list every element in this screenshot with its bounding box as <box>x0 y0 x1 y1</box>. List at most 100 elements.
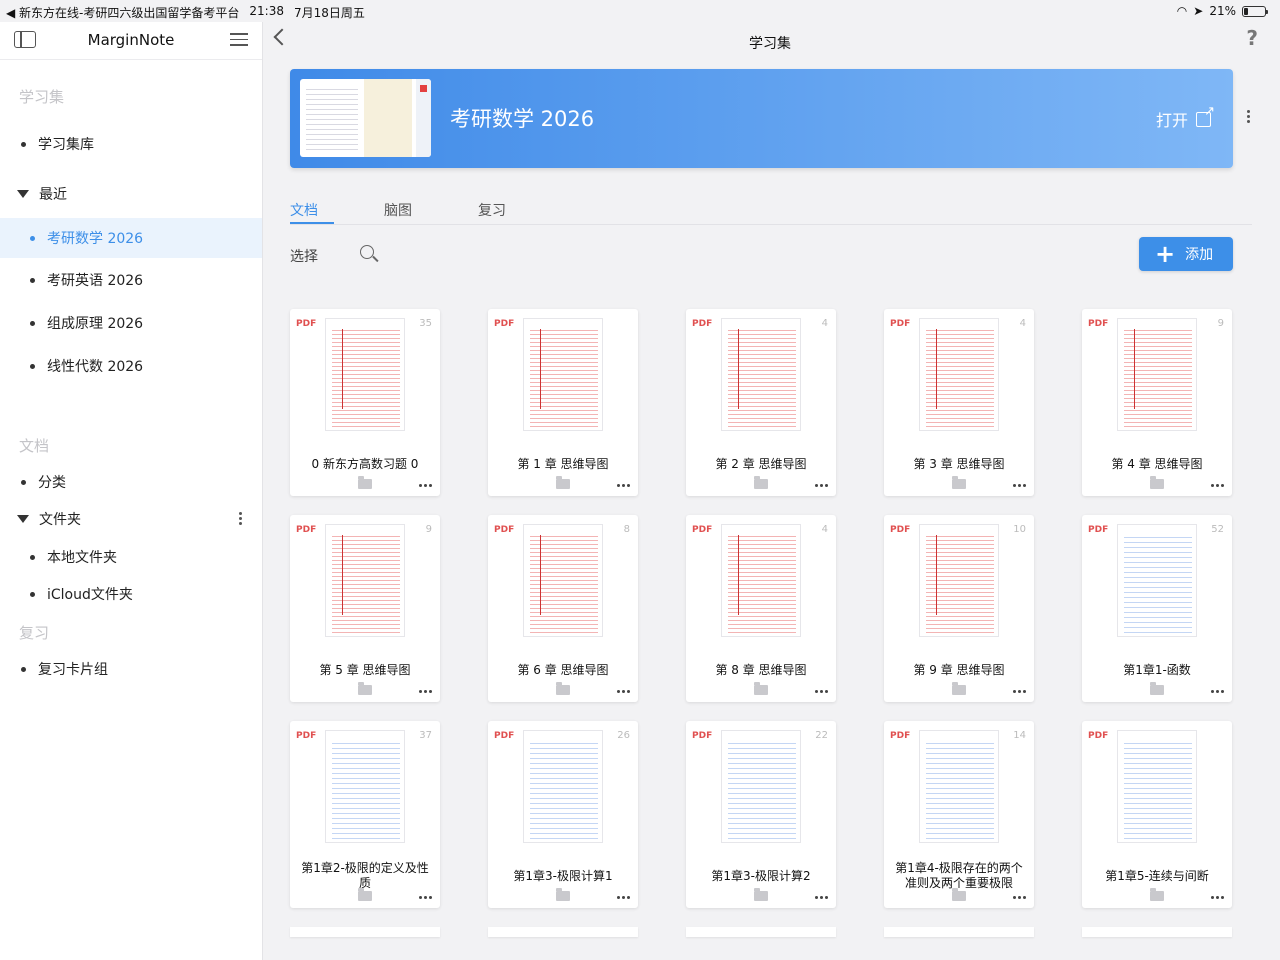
document-thumbnail <box>919 524 999 637</box>
more-options-icon[interactable] <box>1013 896 1026 899</box>
pdf-badge: PDF <box>1088 731 1109 741</box>
more-options-icon[interactable] <box>1211 896 1224 899</box>
folder-icon[interactable] <box>358 682 372 695</box>
document-thumbnail <box>325 524 405 637</box>
pdf-badge: PDF <box>692 319 713 329</box>
folder-icon[interactable] <box>358 476 372 489</box>
more-options-icon[interactable] <box>815 896 828 899</box>
tab-documents[interactable]: 文档 <box>290 200 318 220</box>
folder-icon[interactable] <box>754 888 768 901</box>
document-card[interactable]: PDF 第 1 章 思维导图 <box>488 309 638 496</box>
disclosure-triangle-icon[interactable] <box>17 515 29 523</box>
battery-percent: 21% <box>1209 4 1236 18</box>
more-options-icon[interactable] <box>239 512 242 525</box>
document-card[interactable]: PDF 37 第1章2-极限的定义及性质 <box>290 721 440 908</box>
folder-icon[interactable] <box>556 476 570 489</box>
sidebar-item-icloud-folder[interactable]: iCloud文件夹 <box>0 575 262 613</box>
study-set-banner[interactable]: 考研数学 2026 打开 <box>290 69 1233 168</box>
document-card-partial[interactable] <box>488 927 638 937</box>
document-card[interactable]: PDF 4 第 8 章 思维导图 <box>686 515 836 702</box>
sidebar-item-label: 组成原理 2026 <box>47 316 144 332</box>
open-button[interactable]: 打开 <box>1156 104 1215 131</box>
folder-icon[interactable] <box>358 888 372 901</box>
folder-icon[interactable] <box>1150 476 1164 489</box>
page-count: 9 <box>1217 318 1224 329</box>
folder-icon[interactable] <box>754 476 768 489</box>
document-thumbnail <box>1117 730 1197 843</box>
banner-more-icon[interactable] <box>1247 110 1250 123</box>
sidebar-item-label: 文件夹 <box>39 512 81 528</box>
more-options-icon[interactable] <box>419 896 432 899</box>
folder-icon[interactable] <box>952 476 966 489</box>
more-options-icon[interactable] <box>815 690 828 693</box>
tab-mindmap[interactable]: 脑图 <box>384 200 412 220</box>
folder-icon[interactable] <box>754 682 768 695</box>
document-card[interactable]: PDF 9 第 4 章 思维导图 <box>1082 309 1232 496</box>
back-icon[interactable] <box>273 28 291 46</box>
sidebar-item-recent[interactable]: 最近 <box>0 175 262 213</box>
more-options-icon[interactable] <box>1211 690 1224 693</box>
app-title: MarginNote <box>87 31 175 49</box>
sidebar-item-label: 考研数学 2026 <box>47 231 144 247</box>
document-card[interactable]: PDF 14 第1章4-极限存在的两个准则及两个重要极限 <box>884 721 1034 908</box>
more-options-icon[interactable] <box>1013 484 1026 487</box>
document-card[interactable]: PDF 10 第 9 章 思维导图 <box>884 515 1034 702</box>
menu-icon[interactable] <box>230 33 248 46</box>
sidebar-item-review-cards[interactable]: 复习卡片组 <box>0 650 262 688</box>
sidebar-item-folders[interactable]: 文件夹 <box>0 500 262 538</box>
more-options-icon[interactable] <box>1211 484 1224 487</box>
document-card[interactable]: PDF 9 第 5 章 思维导图 <box>290 515 440 702</box>
pdf-badge: PDF <box>296 731 317 741</box>
folder-icon[interactable] <box>556 682 570 695</box>
more-options-icon[interactable] <box>617 896 630 899</box>
search-icon[interactable] <box>360 245 374 259</box>
back-to-app-link[interactable]: ◀ 新东方在线-考研四六级出国留学备考平台 <box>6 4 239 21</box>
document-thumbnail <box>919 730 999 843</box>
sidebar-item-recent-4[interactable]: 线性代数 2026 <box>0 347 262 385</box>
document-card[interactable]: PDF 26 第1章3-极限计算1 <box>488 721 638 908</box>
document-title: 第 6 章 思维导图 <box>517 662 609 677</box>
sidebar-item-label: 最近 <box>39 187 67 203</box>
document-card[interactable]: PDF 4 第 3 章 思维导图 <box>884 309 1034 496</box>
sidebar: MarginNote 学习集 学习集库 最近 考研数学 2026 考研英语 20… <box>0 22 263 960</box>
select-button[interactable]: 选择 <box>290 246 318 266</box>
sidebar-item-category[interactable]: 分类 <box>0 463 262 501</box>
sidebar-item-recent-3[interactable]: 组成原理 2026 <box>0 304 262 342</box>
document-card-partial[interactable] <box>686 927 836 937</box>
sidebar-item-local-folder[interactable]: 本地文件夹 <box>0 538 262 576</box>
sidebar-item-recent-2[interactable]: 考研英语 2026 <box>0 261 262 299</box>
sidebar-item-label: 分类 <box>38 475 66 491</box>
document-card[interactable]: PDF 22 第1章3-极限计算2 <box>686 721 836 908</box>
more-options-icon[interactable] <box>1013 690 1026 693</box>
sidebar-header: MarginNote <box>0 22 262 60</box>
folder-icon[interactable] <box>1150 682 1164 695</box>
disclosure-triangle-icon[interactable] <box>17 190 29 198</box>
document-card-partial[interactable] <box>290 927 440 937</box>
folder-icon[interactable] <box>952 888 966 901</box>
more-options-icon[interactable] <box>617 484 630 487</box>
document-card-partial[interactable] <box>1082 927 1232 937</box>
document-title: 第 3 章 思维导图 <box>913 456 1005 471</box>
document-card-partial[interactable] <box>884 927 1034 937</box>
document-card[interactable]: PDF 第1章5-连续与间断 <box>1082 721 1232 908</box>
more-options-icon[interactable] <box>419 690 432 693</box>
more-options-icon[interactable] <box>815 484 828 487</box>
sidebar-item-library[interactable]: 学习集库 <box>0 125 262 163</box>
document-card[interactable]: PDF 35 0 新东方高数习题 0 <box>290 309 440 496</box>
sidebar-item-label: 学习集库 <box>38 137 94 153</box>
folder-icon[interactable] <box>556 888 570 901</box>
folder-icon[interactable] <box>1150 888 1164 901</box>
plus-icon: + <box>1155 240 1176 268</box>
page-count: 10 <box>1013 524 1026 535</box>
add-button[interactable]: + 添加 <box>1139 237 1233 271</box>
sidebar-item-recent-1[interactable]: 考研数学 2026 <box>0 218 262 258</box>
tab-review[interactable]: 复习 <box>478 200 506 220</box>
more-options-icon[interactable] <box>419 484 432 487</box>
folder-icon[interactable] <box>952 682 966 695</box>
help-icon[interactable]: ? <box>1246 26 1258 50</box>
document-card[interactable]: PDF 52 第1章1-函数 <box>1082 515 1232 702</box>
document-card[interactable]: PDF 4 第 2 章 思维导图 <box>686 309 836 496</box>
more-options-icon[interactable] <box>617 690 630 693</box>
document-card[interactable]: PDF 8 第 6 章 思维导图 <box>488 515 638 702</box>
pdf-badge: PDF <box>296 525 317 535</box>
